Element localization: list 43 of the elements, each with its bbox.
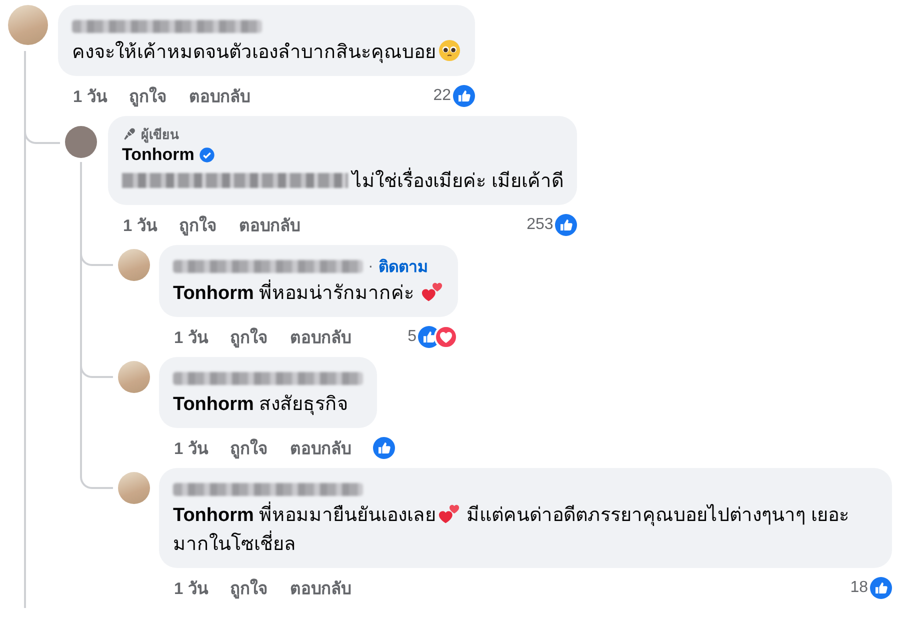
reaction-count[interactable]: 5 [408, 328, 416, 346]
profile-photo [65, 126, 97, 158]
author-label: ผู้เขียน [141, 126, 179, 144]
reaction-count[interactable]: 253 [526, 216, 554, 234]
reply-link[interactable]: ตอบกลับ [290, 324, 351, 350]
blurred-avatar [8, 5, 48, 45]
timestamp-link[interactable]: 1 วัน [73, 83, 107, 109]
comment-text: ไม่ใช่เรื่องเมียค่ะ เมียเค้าดี [122, 167, 564, 196]
comment-text: Tonhorm สงสัยธุรกิจ [173, 393, 350, 417]
like-link[interactable]: ถูกใจ [230, 435, 268, 461]
hearts-icon [438, 502, 462, 525]
like-reaction-icon [555, 214, 578, 236]
blurred-avatar [118, 472, 150, 504]
like-link[interactable]: ถูกใจ [230, 575, 268, 601]
author-name[interactable]: Tonhorm [122, 145, 194, 165]
timestamp-link[interactable]: 1 วัน [174, 435, 208, 461]
like-link[interactable]: ถูกใจ [178, 212, 217, 238]
reaction-count[interactable]: 18 [850, 579, 868, 597]
timestamp-link[interactable]: 1 วัน [123, 212, 157, 238]
separator-dot: · [368, 258, 374, 276]
thread-connector [80, 468, 113, 489]
reply-link[interactable]: ตอบกลับ [238, 212, 300, 238]
microphone-icon [122, 126, 137, 142]
reply-link[interactable]: ตอบกลับ [188, 83, 250, 109]
hearts-icon [421, 280, 444, 303]
blurred-avatar [118, 361, 150, 393]
like-link[interactable]: ถูกใจ [128, 83, 167, 109]
reply-link[interactable]: ตอบกลับ [290, 575, 351, 601]
comment-text: Tonhorm พี่หอมมายืนยันเองเลย มีแต่คนด่าอดีตภรรยาคุณบอยไปต่างๆนาๆ เยอะมากในโซเชี่ยล [173, 501, 878, 559]
like-reaction-icon [372, 437, 395, 459]
reaction-count[interactable]: 22 [433, 87, 451, 105]
pleading-face-icon [438, 39, 461, 62]
comment-text: คงจะให้เค้าหมดจนตัวเองลำบากสินะคุณบอย [72, 38, 461, 67]
like-reaction-icon [453, 85, 475, 107]
timestamp-link[interactable]: 1 วัน [174, 324, 208, 350]
reply-link[interactable]: ตอบกลับ [290, 435, 351, 461]
like-link[interactable]: ถูกใจ [230, 324, 268, 350]
timestamp-link[interactable]: 1 วัน [174, 575, 208, 601]
comment-text: Tonhorm พี่หอมน่ารักมากค่ะ [173, 279, 444, 308]
follow-link[interactable]: ติดตาม [378, 254, 428, 279]
blurred-avatar [118, 249, 150, 281]
heart-reaction-icon [434, 325, 458, 349]
like-reaction-icon [870, 577, 892, 599]
